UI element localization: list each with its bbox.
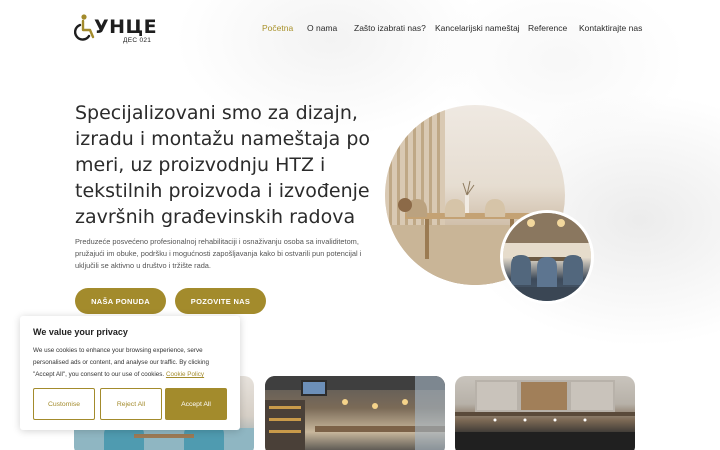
brand-subtitle: ДЕС 021	[123, 37, 152, 44]
hero-image-restaurant	[500, 210, 594, 304]
cookie-consent-banner: We value your privacy We use cookies to …	[20, 316, 240, 430]
customise-button[interactable]: Customise	[33, 388, 95, 420]
nav-item-o-nama[interactable]: O nama	[307, 23, 337, 33]
nasa-ponuda-button[interactable]: NAŠA PONUDA	[75, 288, 166, 314]
nav-item-zasto-izabrati-nas[interactable]: Zašto izabrati nas?	[354, 23, 426, 33]
main-nav: Početna O nama Zašto izabrati nas? Kance…	[0, 23, 720, 37]
reject-all-button[interactable]: Reject All	[100, 388, 162, 420]
project-card-2[interactable]	[265, 376, 445, 450]
nav-item-kancelarijski-namestaj[interactable]: Kancelarijski nameštaj	[435, 23, 520, 33]
project-card-3[interactable]	[455, 376, 635, 450]
cookie-text: We use cookies to enhance your browsing …	[33, 345, 229, 381]
nav-item-pocetna[interactable]: Početna	[262, 23, 293, 33]
hero-description: Preduzeće posvećeno profesionalnoj rehab…	[75, 237, 362, 270]
pozovite-nas-button[interactable]: POZOVITE NAS	[175, 288, 266, 314]
nav-item-reference[interactable]: Reference	[528, 23, 567, 33]
cookie-title: We value your privacy	[33, 327, 128, 337]
restaurant-illustration	[503, 213, 591, 301]
project-image-2	[265, 376, 445, 450]
nav-item-kontaktirajte-nas[interactable]: Kontaktirajte nas	[579, 23, 642, 33]
hero-title: Specijalizovani smo za dizajn, izradu i …	[75, 102, 371, 228]
accept-all-button[interactable]: Accept All	[165, 388, 227, 420]
project-image-3	[455, 380, 635, 450]
cookie-policy-link[interactable]: Cookie Policy	[166, 371, 204, 378]
